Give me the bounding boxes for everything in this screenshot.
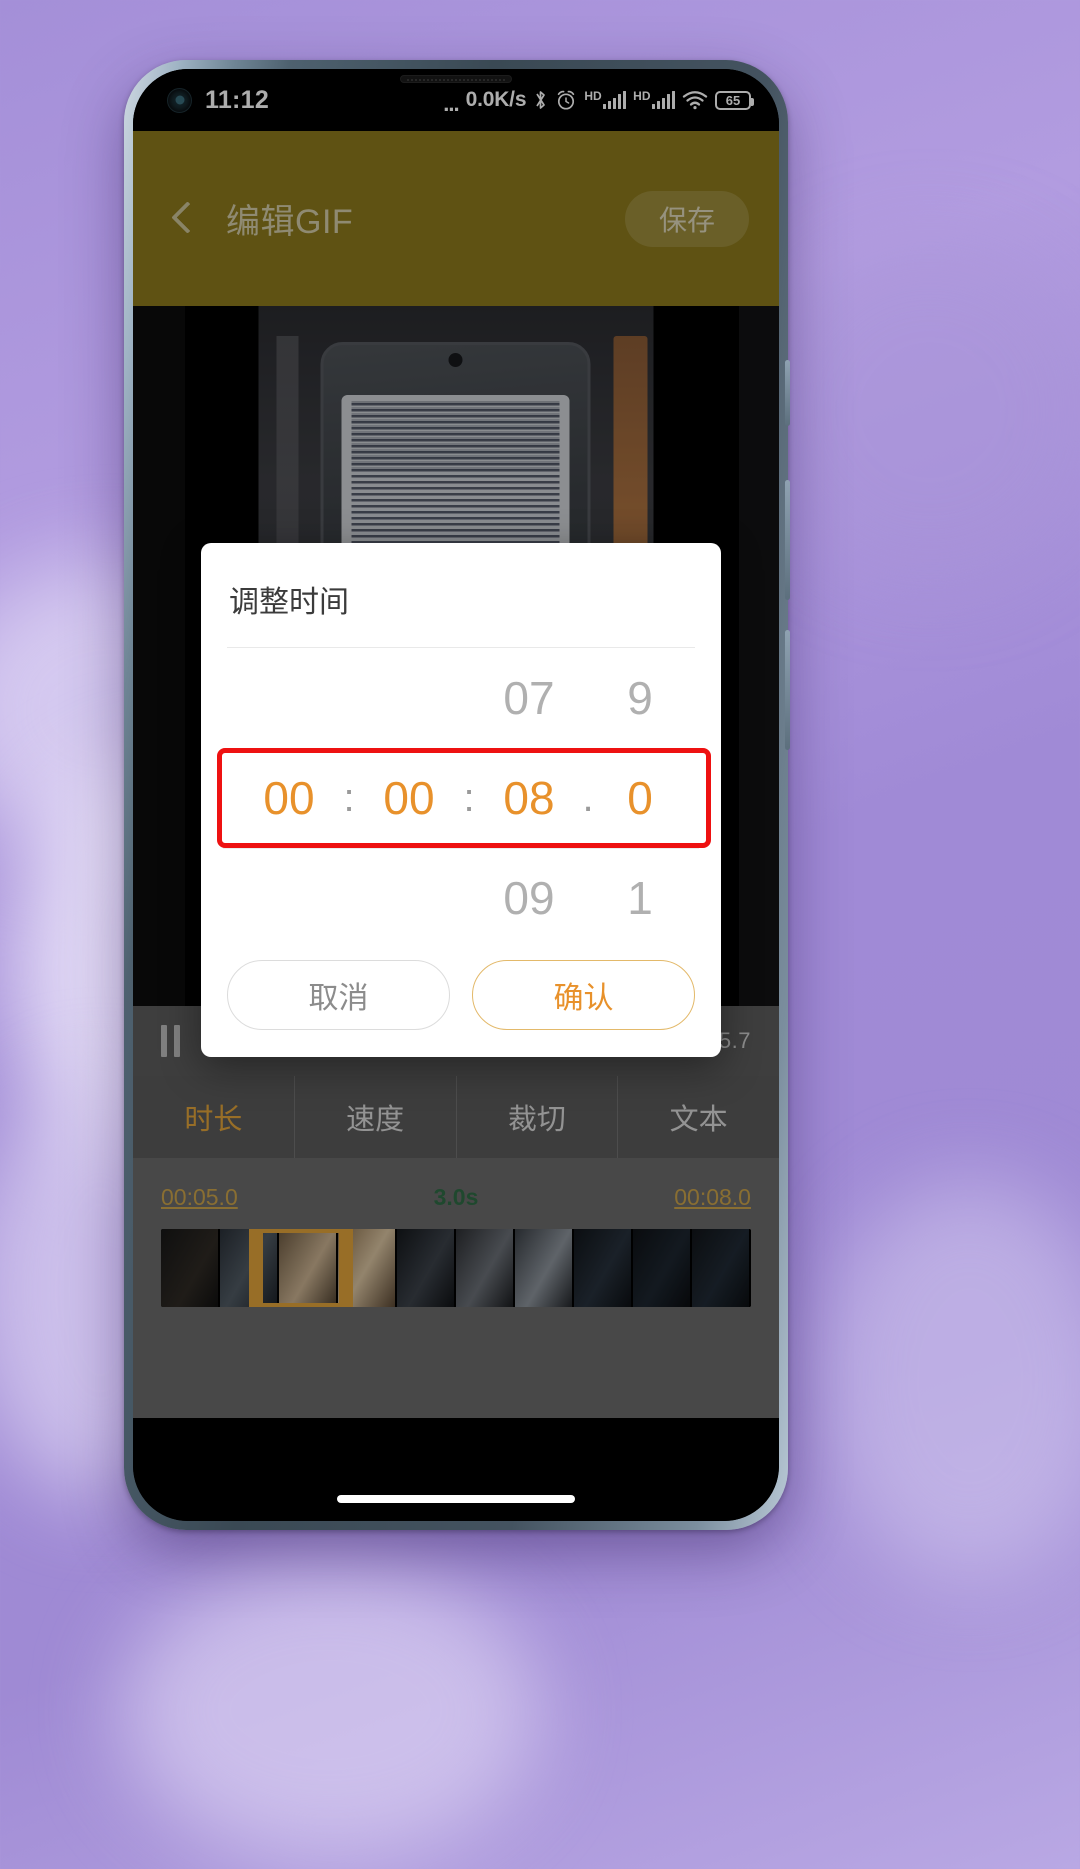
picker-sep-colon-1: :: [343, 775, 355, 820]
wallpaper-blob: [120, 1560, 540, 1860]
picker-seconds-selected: 08: [503, 772, 555, 824]
volume-up-button[interactable]: [785, 480, 790, 600]
picker-row-selected[interactable]: 00 : 00 : 08 . 0: [223, 748, 699, 848]
picker-seconds-above: 07: [503, 672, 555, 724]
picker-row-below[interactable]: 09 1: [223, 848, 699, 948]
phone-screen: 11:12 ... 0.0K/s HD HD 65 编辑GIF 保存 时长 速度…: [133, 69, 779, 1521]
home-indicator[interactable]: [337, 1495, 575, 1503]
phone-device-frame: 11:12 ... 0.0K/s HD HD 65 编辑GIF 保存 时长 速度…: [124, 60, 790, 1530]
volume-down-button[interactable]: [785, 630, 790, 750]
wallpaper-blob: [820, 1180, 1080, 1580]
picker-sep-colon-2: :: [463, 775, 475, 820]
picker-hours-selected: 00: [263, 772, 315, 824]
time-picker[interactable]: 07 9 00 : 00 : 08 . 0 09 1: [201, 648, 721, 948]
cancel-button[interactable]: 取消: [227, 960, 450, 1030]
picker-tenths-selected: 0: [627, 772, 653, 824]
picker-tenths-above: 9: [627, 672, 653, 724]
power-button[interactable]: [785, 360, 790, 426]
picker-sep-dot: .: [582, 775, 594, 820]
picker-guide-line: [223, 748, 699, 749]
dialog-actions: 取消 确认: [201, 948, 721, 1030]
picker-seconds-below: 09: [503, 872, 555, 924]
picker-guide-line: [223, 848, 699, 849]
adjust-time-dialog: 调整时间 07 9 00: 00: 08 . 0 09 1 取消 确认: [201, 543, 721, 1057]
wallpaper-blob: [760, 240, 1080, 580]
picker-tenths-below: 1: [627, 872, 653, 924]
picker-row-above[interactable]: 07 9: [223, 648, 699, 748]
confirm-button[interactable]: 确认: [472, 960, 695, 1030]
dialog-title: 调整时间: [229, 586, 349, 619]
picker-minutes-selected: 00: [383, 772, 435, 824]
